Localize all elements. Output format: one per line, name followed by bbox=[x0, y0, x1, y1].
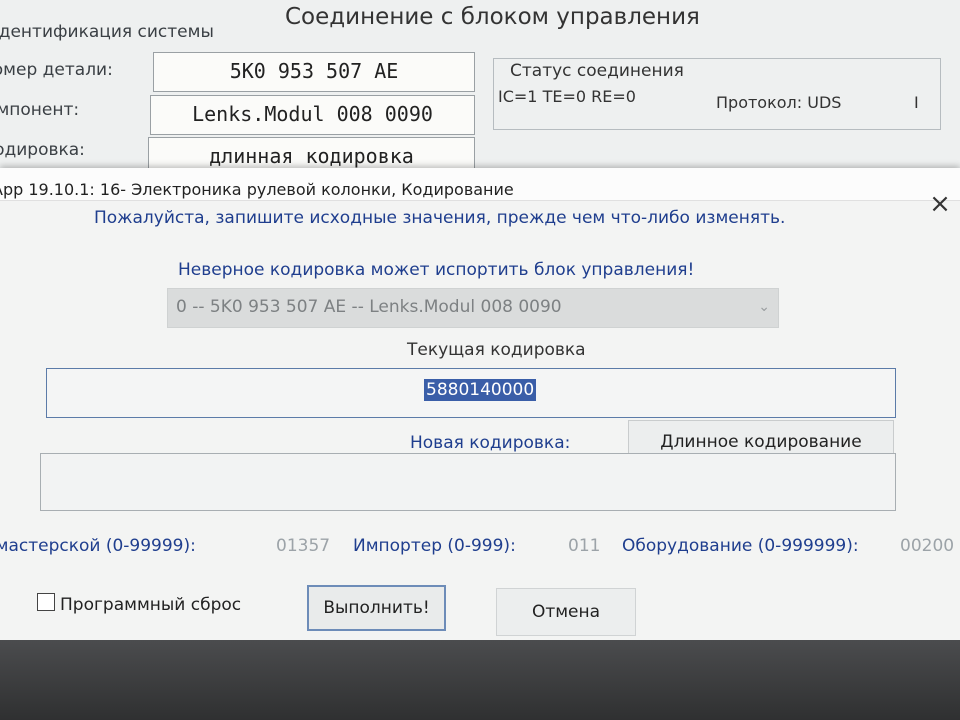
chevron-down-icon: ⌄ bbox=[758, 299, 770, 315]
new-coding-field[interactable] bbox=[40, 453, 896, 511]
current-coding-value: 5880140000 bbox=[424, 379, 537, 401]
module-select[interactable]: 0 -- 5K0 953 507 AE -- Lenks.Modul 008 0… bbox=[167, 288, 779, 328]
software-reset-label: Программный сброс bbox=[60, 595, 242, 615]
dialog-title: App 19.10.1: 16- Электроника рулевой кол… bbox=[0, 180, 514, 199]
part-number-field: 5K0 953 507 AE bbox=[153, 52, 475, 92]
new-coding-label: Новая кодировка: bbox=[410, 433, 571, 453]
software-reset-checkbox[interactable] bbox=[37, 593, 55, 611]
component-label: Компонент: bbox=[0, 100, 80, 120]
protocol-mark: I bbox=[914, 93, 919, 112]
system-id-label: Идентификация системы bbox=[0, 22, 214, 42]
importer-label: Импортер (0-999): bbox=[353, 536, 516, 556]
coding-dialog: App 19.10.1: 16- Электроника рулевой кол… bbox=[0, 168, 960, 668]
coding-label: Кодировка: bbox=[0, 140, 85, 160]
current-coding-label: Текущая кодировка bbox=[407, 340, 586, 360]
part-number-label: Номер детали: bbox=[0, 60, 113, 80]
workshop-code-label: Код мастерской (0-99999): bbox=[0, 536, 196, 556]
protocol-label: Протокол: UDS bbox=[716, 93, 842, 112]
equipment-label: Оборудование (0-999999): bbox=[622, 536, 859, 556]
importer-value[interactable]: 011 bbox=[568, 536, 600, 556]
workshop-code-value[interactable]: 01357 bbox=[276, 536, 330, 556]
warning-line-1: Пожалуйста, запишите исходные значения, … bbox=[94, 208, 786, 228]
equipment-value[interactable]: 00200 bbox=[900, 536, 954, 556]
connection-title: Соединение с блоком управления bbox=[285, 4, 700, 30]
component-field: Lenks.Modul 008 0090 bbox=[150, 95, 475, 135]
close-icon[interactable]: × bbox=[926, 190, 954, 218]
connection-status-group: Статус соединения IC=1 TE=0 RE=0 Протоко… bbox=[493, 58, 941, 130]
module-select-value: 0 -- 5K0 953 507 AE -- Lenks.Modul 008 0… bbox=[176, 297, 562, 317]
status-title: Статус соединения bbox=[508, 61, 686, 81]
laptop-bezel bbox=[0, 640, 960, 720]
warning-line-2: Неверное кодировка может испортить блок … bbox=[178, 260, 695, 280]
dialog-titlebar[interactable]: App 19.10.1: 16- Электроника рулевой кол… bbox=[0, 168, 960, 201]
current-coding-field[interactable]: 5880140000 bbox=[46, 368, 896, 418]
status-line: IC=1 TE=0 RE=0 bbox=[498, 87, 636, 106]
execute-button[interactable]: Выполнить! bbox=[307, 585, 446, 631]
cancel-button[interactable]: Отмена bbox=[496, 588, 636, 636]
